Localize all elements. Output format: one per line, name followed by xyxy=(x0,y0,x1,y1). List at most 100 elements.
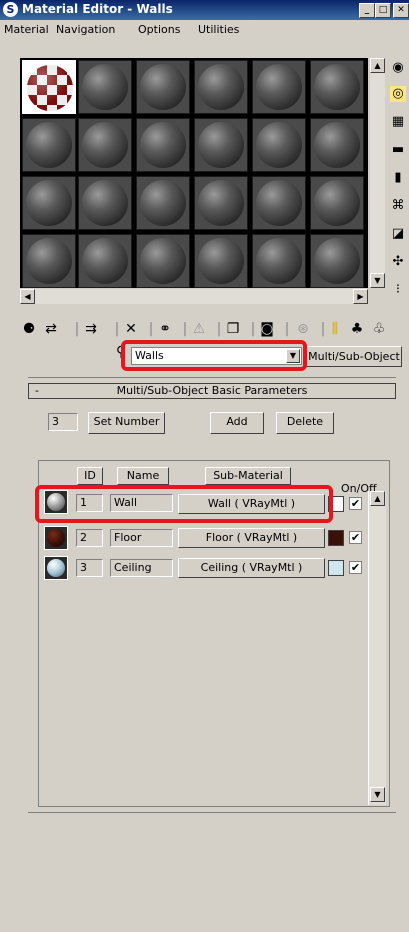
sample-slot-23[interactable] xyxy=(252,234,306,288)
sample-slot-8[interactable] xyxy=(78,118,132,172)
go-to-parent-icon[interactable]: ⫼ xyxy=(326,320,344,338)
sphere-icon xyxy=(26,122,72,168)
row-2-color-swatch[interactable] xyxy=(328,530,344,546)
reset-icon[interactable]: ✕ xyxy=(122,320,140,338)
sample-slot-3[interactable] xyxy=(136,60,190,114)
sample-slot-7[interactable] xyxy=(22,118,76,172)
select-by-material-icon[interactable]: ✣ xyxy=(390,254,406,270)
sphere-icon xyxy=(82,238,128,284)
menu-bar: Material Navigation Options Utilities xyxy=(0,21,409,39)
sphere-icon xyxy=(314,64,360,110)
sample-slot-18[interactable] xyxy=(310,176,364,230)
row-2-submaterial-button[interactable]: Floor ( VRayMtl ) xyxy=(178,528,325,548)
background-icon[interactable]: ▦ xyxy=(390,114,406,130)
scroll-down-icon[interactable]: ▼ xyxy=(370,787,385,802)
sphere-icon xyxy=(140,180,186,226)
app-logo-icon[interactable]: S xyxy=(3,2,18,17)
menu-material[interactable]: Material xyxy=(4,23,49,36)
name-column-header[interactable]: Name xyxy=(117,467,169,485)
sample-slot-20[interactable] xyxy=(78,234,132,288)
highlight-box xyxy=(35,485,333,523)
maximize-icon[interactable]: □ xyxy=(375,3,391,18)
sphere-icon xyxy=(314,122,360,168)
sample-slot-1[interactable] xyxy=(22,60,76,114)
sample-slot-10[interactable] xyxy=(194,118,248,172)
delete-button[interactable]: Delete xyxy=(276,412,334,434)
row-3-onoff-checkbox[interactable]: ✔ xyxy=(349,561,362,574)
submaterial-column-header[interactable]: Sub-Material xyxy=(205,467,291,485)
id-column-header[interactable]: ID xyxy=(77,467,103,485)
show-map-in-viewport-icon[interactable]: ◙ xyxy=(258,320,276,338)
material-type-button[interactable]: Multi/Sub-Object xyxy=(306,346,402,367)
put-to-library-icon[interactable]: ⚠ xyxy=(190,320,208,338)
sample-slot-21[interactable] xyxy=(136,234,190,288)
sample-slot-15[interactable] xyxy=(136,176,190,230)
sample-slot-12[interactable] xyxy=(310,118,364,172)
make-preview-icon[interactable]: ⌘ xyxy=(390,198,406,214)
minimize-icon[interactable]: _ xyxy=(359,3,375,18)
row-2-id[interactable]: 2 xyxy=(76,529,103,547)
collapse-icon[interactable]: - xyxy=(35,384,39,397)
highlight-box xyxy=(121,340,307,371)
sample-slot-22[interactable] xyxy=(194,234,248,288)
sample-slot-17[interactable] xyxy=(252,176,306,230)
scroll-left-icon[interactable]: ◀ xyxy=(20,289,35,304)
sphere-icon xyxy=(256,122,302,168)
scroll-up-icon[interactable]: ▲ xyxy=(370,58,385,73)
sample-slot-24[interactable] xyxy=(310,234,364,288)
sphere-icon xyxy=(198,122,244,168)
row-3-name[interactable]: Ceiling xyxy=(110,559,173,577)
options-icon[interactable]: ◪ xyxy=(390,226,406,242)
sample-slot-11[interactable] xyxy=(252,118,306,172)
sample-slot-9[interactable] xyxy=(136,118,190,172)
rollout-header[interactable]: - Multi/Sub-Object Basic Parameters xyxy=(28,383,396,399)
sample-type-icon[interactable]: ◉ xyxy=(390,60,406,76)
sample-slot-2[interactable] xyxy=(78,60,132,114)
sample-slot-16[interactable] xyxy=(194,176,248,230)
sample-slot-14[interactable] xyxy=(78,176,132,230)
slot-horizontal-scrollbar[interactable]: ◀ ▶ xyxy=(20,289,368,304)
scroll-right-icon[interactable]: ▶ xyxy=(353,289,368,304)
set-number-field[interactable]: 3 xyxy=(48,413,78,431)
menu-options[interactable]: Options xyxy=(138,23,180,36)
set-number-button[interactable]: Set Number xyxy=(88,412,165,434)
scroll-down-icon[interactable]: ▼ xyxy=(370,273,385,288)
close-icon[interactable]: ✕ xyxy=(393,3,409,18)
make-unique-icon[interactable]: ⚭ xyxy=(156,320,174,338)
material-effects-channel-icon[interactable]: ❐ xyxy=(224,320,242,338)
row-1-onoff-checkbox[interactable]: ✔ xyxy=(349,497,362,510)
row-3-id[interactable]: 3 xyxy=(76,559,103,577)
row-2-name[interactable]: Floor xyxy=(110,529,173,547)
video-color-check-icon[interactable]: ▮ xyxy=(390,170,406,186)
navigate-icon[interactable]: ♧ xyxy=(370,320,388,338)
sphere-icon xyxy=(198,64,244,110)
sample-slot-5[interactable] xyxy=(252,60,306,114)
material-map-navigator-icon[interactable]: ⁝ xyxy=(390,282,406,298)
row-3-preview[interactable] xyxy=(44,556,68,580)
scroll-up-icon[interactable]: ▲ xyxy=(370,491,385,506)
show-end-result-icon[interactable]: ⊛ xyxy=(294,320,312,338)
sphere-icon xyxy=(198,238,244,284)
slot-vertical-scrollbar[interactable]: ▲ ▼ xyxy=(370,58,385,288)
list-scrollbar[interactable]: ▲ ▼ xyxy=(368,491,386,805)
sample-slot-4[interactable] xyxy=(194,60,248,114)
put-to-scene-icon[interactable]: ⇄ xyxy=(42,320,60,338)
sphere-icon xyxy=(47,559,65,577)
assign-material-icon[interactable]: ⇉ xyxy=(82,320,100,338)
sphere-icon xyxy=(82,180,128,226)
row-3-color-swatch[interactable] xyxy=(328,560,344,576)
row-2-onoff-checkbox[interactable]: ✔ xyxy=(349,531,362,544)
sample-slot-6[interactable] xyxy=(310,60,364,114)
row-3-submaterial-button[interactable]: Ceiling ( VRayMtl ) xyxy=(178,558,325,578)
sample-slot-19[interactable] xyxy=(22,234,76,288)
go-forward-to-sibling-icon[interactable]: ♣ xyxy=(348,320,366,338)
sphere-icon xyxy=(140,238,186,284)
row-2-preview[interactable] xyxy=(44,526,68,550)
sample-slot-13[interactable] xyxy=(22,176,76,230)
menu-utilities[interactable]: Utilities xyxy=(198,23,239,36)
sample-uv-tiling-icon[interactable]: ▬ xyxy=(390,142,406,158)
menu-navigation[interactable]: Navigation xyxy=(56,23,115,36)
backlight-icon[interactable]: ◎ xyxy=(390,86,406,102)
add-button[interactable]: Add xyxy=(210,412,264,434)
get-material-icon[interactable]: ⚈ xyxy=(20,320,38,338)
